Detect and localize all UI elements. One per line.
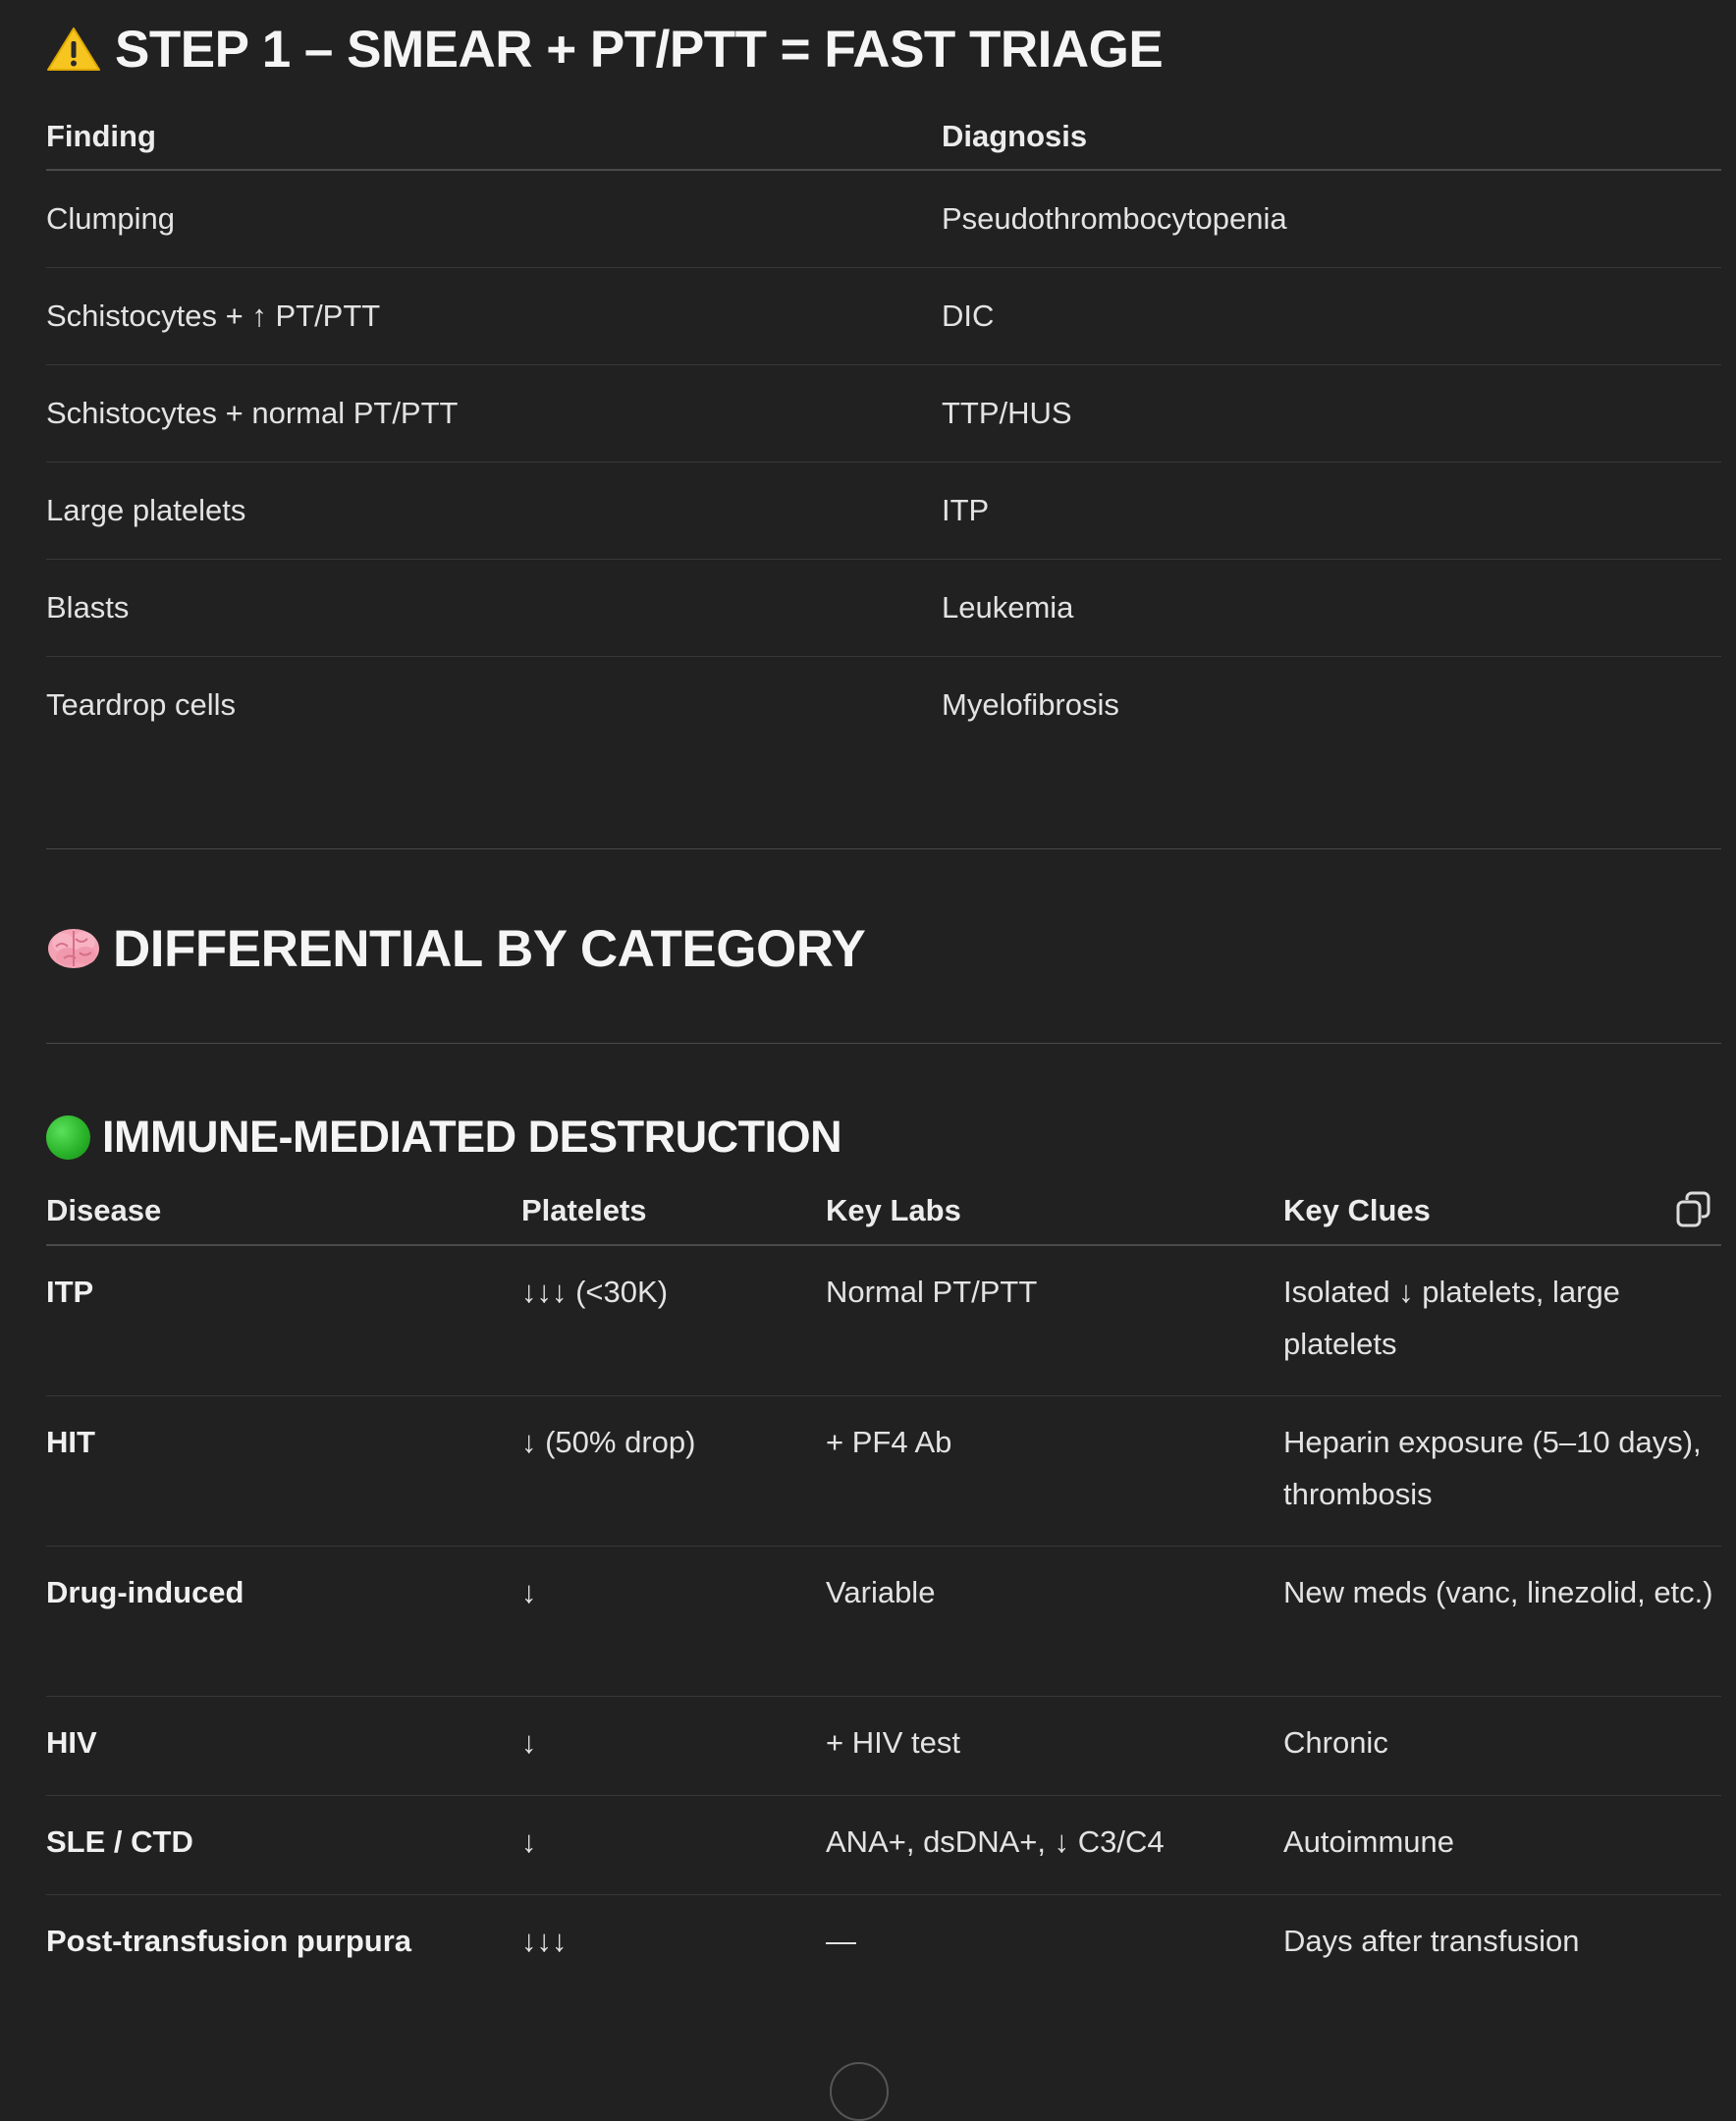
table-header-row: Finding Diagnosis bbox=[46, 106, 1721, 170]
table-row: SLE / CTD ↓ ANA+, dsDNA+, ↓ C3/C4 Autoim… bbox=[46, 1796, 1721, 1895]
clues-cell: New meds (vanc, linezolid, etc.) bbox=[1283, 1575, 1713, 1609]
column-header-finding: Finding bbox=[46, 119, 156, 153]
labs-cell: — bbox=[826, 1924, 856, 1958]
table-header-row: Disease Platelets Key Labs Key Clues bbox=[46, 1178, 1721, 1245]
differential-heading: DIFFERENTIAL BY CATEGORY bbox=[46, 919, 866, 978]
differential-title: DIFFERENTIAL BY CATEGORY bbox=[113, 919, 866, 978]
column-header-key-clues: Key Clues bbox=[1283, 1193, 1431, 1227]
finding-cell: Blasts bbox=[46, 589, 130, 625]
clues-cell: Autoimmune bbox=[1283, 1824, 1455, 1859]
disease-cell: HIT bbox=[46, 1425, 95, 1459]
platelets-cell: ↓ bbox=[521, 1725, 537, 1760]
divider bbox=[46, 848, 1721, 849]
column-header-key-labs: Key Labs bbox=[826, 1193, 961, 1227]
table-row: Teardrop cells Myelofibrosis bbox=[46, 656, 1721, 753]
labs-cell: + HIV test bbox=[826, 1725, 960, 1760]
diagnosis-cell: Leukemia bbox=[942, 589, 1074, 625]
clues-cell: Days after transfusion bbox=[1283, 1924, 1580, 1958]
table-row: HIV ↓ + HIV test Chronic bbox=[46, 1697, 1721, 1796]
table-row: ITP ↓↓↓ (<30K) Normal PT/PTT Isolated ↓ … bbox=[46, 1245, 1721, 1396]
table-row: Post-transfusion purpura ↓↓↓ — Days afte… bbox=[46, 1895, 1721, 1994]
copy-table-button[interactable] bbox=[1674, 1190, 1713, 1229]
immune-table: Disease Platelets Key Labs Key Clues ITP… bbox=[46, 1178, 1721, 1993]
table-row: Clumping Pseudothrombocytopenia bbox=[46, 170, 1721, 267]
platelets-cell: ↓ (50% drop) bbox=[521, 1425, 696, 1459]
finding-cell: Teardrop cells bbox=[46, 686, 236, 722]
diagnosis-cell: Myelofibrosis bbox=[942, 686, 1119, 722]
table-row: Blasts Leukemia bbox=[46, 559, 1721, 656]
divider bbox=[46, 1043, 1721, 1044]
green-circle-icon bbox=[46, 1115, 90, 1160]
labs-cell: + PF4 Ab bbox=[826, 1425, 952, 1459]
brain-icon bbox=[48, 929, 99, 968]
disease-cell: Post-transfusion purpura bbox=[46, 1924, 412, 1958]
diagnosis-cell: Pseudothrombocytopenia bbox=[942, 200, 1287, 236]
table-row: Drug-induced ↓ Variable New meds (vanc, … bbox=[46, 1547, 1721, 1697]
platelets-cell: ↓ bbox=[521, 1575, 537, 1609]
immune-title: IMMUNE-MEDIATED DESTRUCTION bbox=[102, 1112, 842, 1162]
column-header-platelets: Platelets bbox=[521, 1193, 647, 1227]
clues-cell: Isolated ↓ platelets, large platelets bbox=[1283, 1275, 1620, 1361]
triage-table: Finding Diagnosis Clumping Pseudothrombo… bbox=[46, 106, 1721, 753]
step1-title: STEP 1 – SMEAR + PT/PTT = FAST TRIAGE bbox=[115, 20, 1164, 79]
disease-cell: ITP bbox=[46, 1275, 94, 1309]
column-header-diagnosis: Diagnosis bbox=[942, 119, 1088, 153]
immune-heading: IMMUNE-MEDIATED DESTRUCTION bbox=[46, 1108, 842, 1167]
disease-cell: SLE / CTD bbox=[46, 1824, 193, 1859]
warning-icon bbox=[47, 27, 100, 71]
finding-cell: Schistocytes + ↑ PT/PTT bbox=[46, 298, 381, 333]
clues-cell: Chronic bbox=[1283, 1725, 1388, 1760]
labs-cell: Variable bbox=[826, 1575, 936, 1609]
platelets-cell: ↓↓↓ (<30K) bbox=[521, 1275, 669, 1309]
table-row: Schistocytes + normal PT/PTT TTP/HUS bbox=[46, 364, 1721, 462]
finding-cell: Schistocytes + normal PT/PTT bbox=[46, 395, 459, 430]
diagnosis-cell: TTP/HUS bbox=[942, 395, 1072, 430]
step1-heading: STEP 1 – SMEAR + PT/PTT = FAST TRIAGE bbox=[46, 20, 1164, 79]
platelets-cell: ↓↓↓ bbox=[521, 1924, 568, 1958]
labs-cell: ANA+, dsDNA+, ↓ C3/C4 bbox=[826, 1824, 1165, 1859]
copy-icon bbox=[1676, 1191, 1710, 1227]
disease-cell: HIV bbox=[46, 1725, 97, 1760]
diagnosis-cell: DIC bbox=[942, 298, 995, 333]
finding-cell: Clumping bbox=[46, 200, 175, 236]
table-row: Large platelets ITP bbox=[46, 462, 1721, 559]
clues-cell: Heparin exposure (5–10 days), thrombosis bbox=[1283, 1425, 1702, 1511]
table-row: HIT ↓ (50% drop) + PF4 Ab Heparin exposu… bbox=[46, 1396, 1721, 1547]
scroll-down-button[interactable] bbox=[830, 2062, 889, 2121]
finding-cell: Large platelets bbox=[46, 492, 246, 527]
labs-cell: Normal PT/PTT bbox=[826, 1275, 1038, 1309]
column-header-disease: Disease bbox=[46, 1193, 162, 1227]
disease-cell: Drug-induced bbox=[46, 1575, 244, 1609]
table-row: Schistocytes + ↑ PT/PTT DIC bbox=[46, 267, 1721, 364]
platelets-cell: ↓ bbox=[521, 1824, 537, 1859]
diagnosis-cell: ITP bbox=[942, 492, 990, 527]
